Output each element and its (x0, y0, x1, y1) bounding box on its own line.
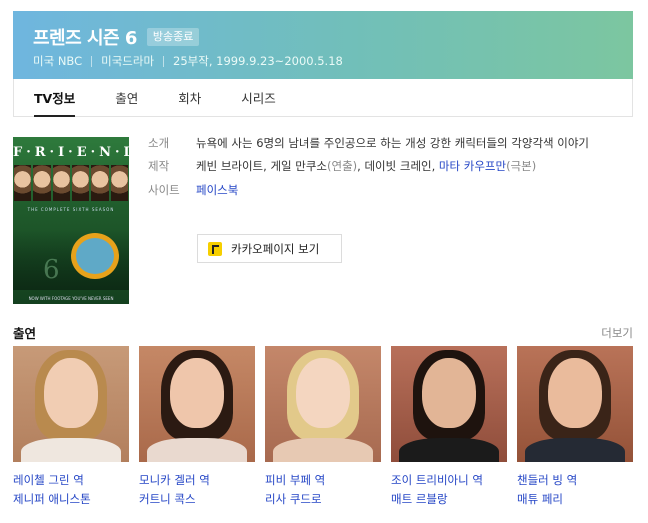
poster-cast-faces (13, 165, 129, 201)
production-role-writer: (극본) (506, 159, 537, 173)
tab-episodes[interactable]: 회차 (158, 79, 221, 116)
photo-face (548, 358, 602, 428)
site-row: 사이트 페이스북 (148, 182, 633, 199)
site-label: 사이트 (148, 183, 180, 197)
intro-label: 소개 (148, 136, 170, 150)
cast-item[interactable]: 챈들러 빙 역 매튜 페리 (517, 346, 633, 509)
photo-clothing (21, 438, 121, 462)
tab-bar: TV정보 출연 회차 시리즈 (13, 79, 633, 117)
poster-season-number: 6 (43, 255, 60, 285)
title-row: 프렌즈 시즌 6 방송종료 (33, 24, 200, 50)
poster-image[interactable]: F·R·I·E·N·D·S THE COMPLETE SIXTH SEASON … (13, 137, 129, 304)
title-header: 프렌즈 시즌 6 방송종료 미국 NBC 미국드라마 25부작, 1999.9.… (13, 11, 633, 79)
status-badge: 방송종료 (146, 28, 200, 46)
photo-clothing (147, 438, 247, 462)
poster-face (52, 165, 70, 201)
cast-section-title: 출연 (13, 326, 37, 341)
meta-divider (91, 55, 93, 67)
cast-actor[interactable]: 리사 쿠드로 (265, 490, 381, 509)
cast-role[interactable]: 챈들러 빙 역 (517, 471, 633, 490)
production-label: 제작 (148, 159, 170, 173)
facebook-link[interactable]: 페이스북 (196, 182, 633, 199)
photo-face (170, 358, 224, 428)
photo-clothing (525, 438, 625, 462)
cast-role[interactable]: 모니카 겔러 역 (139, 471, 255, 490)
cast-actor[interactable]: 커트니 콕스 (139, 490, 255, 509)
tab-series[interactable]: 시리즈 (221, 79, 296, 116)
writer-link[interactable]: 마타 카우프만 (439, 159, 506, 173)
poster-face (71, 165, 90, 201)
cast-item[interactable]: 모니카 겔러 역 커트니 콕스 (139, 346, 255, 509)
info-block: 소개 뉴욕에 사는 6명의 남녀를 주인공으로 하는 개성 강한 캐릭터들의 각… (148, 135, 633, 199)
cast-role[interactable]: 레이첼 그린 역 (13, 471, 129, 490)
cast-photo-monica[interactable] (139, 346, 255, 462)
photo-face (422, 358, 476, 428)
cast-photo-rachel[interactable] (13, 346, 129, 462)
production-value: 케빈 브라이트, 게일 만쿠소(연출), 데이빗 크레인, 마타 카우프만(극본… (196, 158, 633, 175)
meta-row: 미국 NBC 미국드라마 25부작, 1999.9.23~2000.5.18 (33, 53, 343, 69)
poster-logo: F·R·I·E·N·D·S (13, 145, 129, 160)
poster-face (91, 165, 109, 201)
cast-list: 레이첼 그린 역 제니퍼 애니스톤 모니카 겔러 역 커트니 콕스 피비 부페 … (13, 346, 633, 509)
production-directors: 케빈 브라이트, 게일 만쿠소 (196, 159, 328, 173)
poster-frame (71, 233, 119, 279)
photo-clothing (399, 438, 499, 462)
cast-header: 출연 더보기 (13, 323, 633, 342)
cast-actor[interactable]: 제니퍼 애니스톤 (13, 490, 129, 509)
poster-face (110, 165, 128, 201)
production-writers: , 데이빗 크레인, (357, 159, 439, 173)
tab-cast[interactable]: 출연 (95, 79, 158, 116)
cast-photo-chandler[interactable] (517, 346, 633, 462)
intro-text: 뉴욕에 사는 6명의 남녀를 주인공으로 하는 개성 강한 캐릭터들의 각양각색… (196, 136, 590, 150)
photo-face (44, 358, 98, 428)
poster-face (14, 165, 32, 201)
intro-row: 소개 뉴욕에 사는 6명의 남녀를 주인공으로 하는 개성 강한 캐릭터들의 각… (148, 135, 633, 152)
cast-role[interactable]: 피비 부페 역 (265, 471, 381, 490)
poster-footer: NOW WITH FOOTAGE YOU'VE NEVER SEEN (28, 296, 114, 301)
more-link[interactable]: 더보기 (601, 325, 633, 341)
genre: 미국드라마 (101, 54, 155, 68)
photo-clothing (273, 438, 373, 462)
kakao-page-label: 카카오페이지 보기 (231, 241, 320, 256)
page-title[interactable]: 프렌즈 시즌 6 (33, 24, 137, 50)
cast-item[interactable]: 레이첼 그린 역 제니퍼 애니스톤 (13, 346, 129, 509)
cast-role[interactable]: 조이 트리비아니 역 (391, 471, 507, 490)
episodes-period: 25부작, 1999.9.23~2000.5.18 (173, 54, 343, 68)
broadcaster: 미국 NBC (33, 54, 83, 68)
poster-face (33, 165, 51, 201)
poster-subtitle: THE COMPLETE SIXTH SEASON (27, 207, 115, 212)
production-row: 제작 케빈 브라이트, 게일 만쿠소(연출), 데이빗 크레인, 마타 카우프만… (148, 158, 633, 175)
cast-item[interactable]: 조이 트리비아니 역 매트 르블랑 (391, 346, 507, 509)
cast-item[interactable]: 피비 부페 역 리사 쿠드로 (265, 346, 381, 509)
kakao-page-button[interactable]: 카카오페이지 보기 (197, 234, 342, 263)
kakao-page-icon (208, 241, 222, 256)
meta-divider (163, 55, 165, 67)
cast-photo-phoebe[interactable] (265, 346, 381, 462)
tab-tv-info[interactable]: TV정보 (14, 79, 95, 117)
cast-actor[interactable]: 매튜 페리 (517, 490, 633, 509)
cast-actor[interactable]: 매트 르블랑 (391, 490, 507, 509)
production-role-director: (연출) (327, 159, 358, 173)
cast-photo-joey[interactable] (391, 346, 507, 462)
photo-face (296, 358, 350, 428)
